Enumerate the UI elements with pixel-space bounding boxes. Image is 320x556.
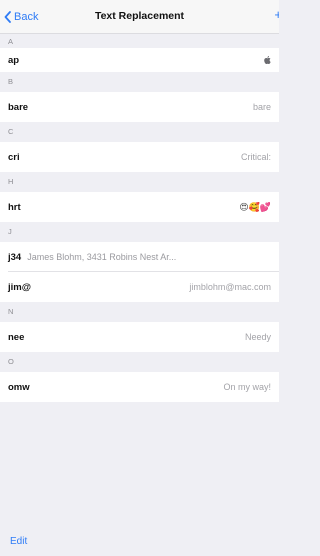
section-header-o: O <box>0 352 279 372</box>
list-item-cri[interactable]: cri Critical: <box>0 142 279 172</box>
phrase-label: 😍🥰💕 <box>239 201 271 212</box>
list-item-omw[interactable]: omw On my way! <box>0 372 279 402</box>
section-header-c: C <box>0 122 279 142</box>
replacement-list: A ap B bare bare C cri Critical: H hrt 😍… <box>0 34 279 402</box>
shortcut-label: j34 <box>8 251 22 263</box>
shortcut-label: cri <box>8 151 20 163</box>
page-title: Text Replacement <box>94 10 185 22</box>
phrase-label: jimblohm@mac.com <box>189 282 271 292</box>
phrase-label: James Blohm, 3431 Robins Nest Ar... <box>27 252 177 262</box>
navigation-bar: Back Text Replacement + <box>0 0 279 34</box>
list-item-hrt[interactable]: hrt 😍🥰💕 <box>0 192 279 222</box>
shortcut-label: hrt <box>8 201 21 213</box>
list-item-ap[interactable]: ap <box>0 48 279 72</box>
shortcut-label: nee <box>8 331 25 343</box>
section-header-n: N <box>0 302 279 322</box>
phrase-label: Critical: <box>240 152 271 162</box>
list-item-nee[interactable]: nee Needy <box>0 322 279 352</box>
apple-icon <box>264 56 271 64</box>
section-header-b: B <box>0 72 279 92</box>
shortcut-label: bare <box>8 101 29 113</box>
section-header-a: A <box>0 34 279 48</box>
shortcut-label: jim@ <box>8 281 31 293</box>
section-header-j: J <box>0 222 279 242</box>
list-item-j34[interactable]: j34 James Blohm, 3431 Robins Nest Ar... <box>0 242 279 272</box>
shortcut-label: ap <box>8 54 20 66</box>
text-replacement-screen: Back Text Replacement + A ap B bare bare… <box>0 0 279 556</box>
edit-button[interactable]: Edit <box>10 536 27 547</box>
phrase-label: On my way! <box>223 382 271 392</box>
section-header-h: H <box>0 172 279 192</box>
shortcut-label: omw <box>8 381 30 393</box>
list-item-bare[interactable]: bare bare <box>0 92 279 122</box>
list-item-jim[interactable]: jim@ jimblohm@mac.com <box>0 272 279 302</box>
add-button[interactable]: + <box>274 8 279 21</box>
phrase-label: bare <box>252 102 271 112</box>
phrase-label: Needy <box>244 332 271 342</box>
